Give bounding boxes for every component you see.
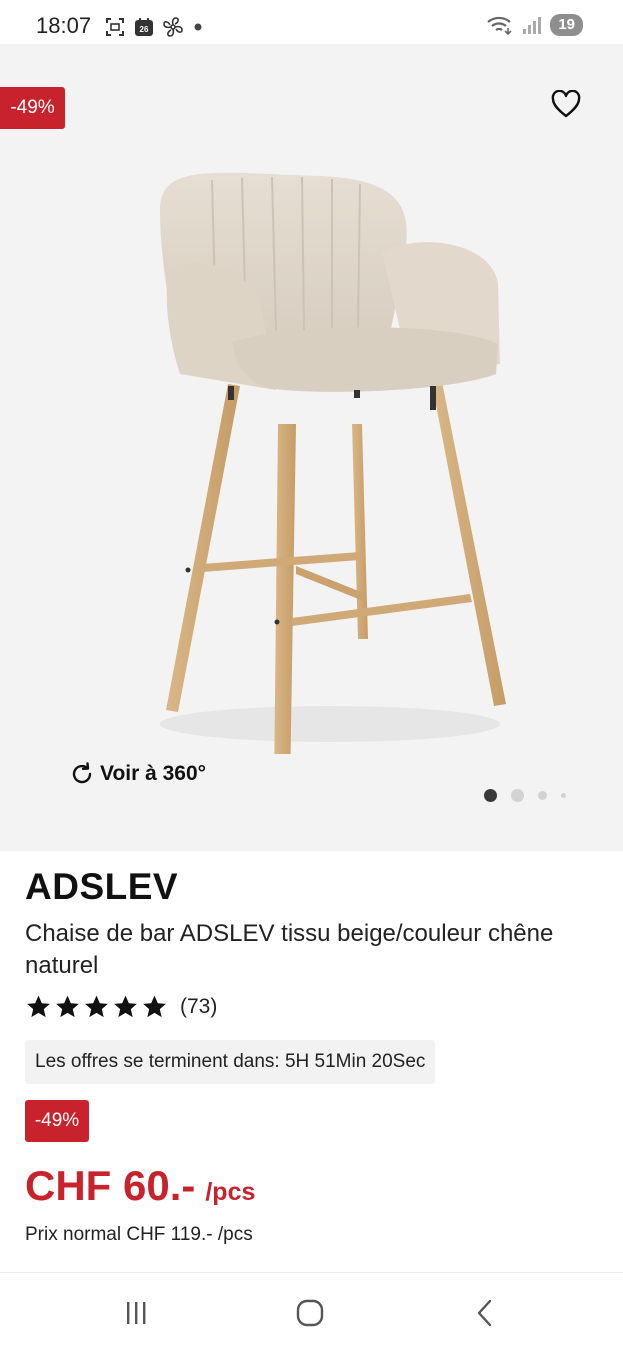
- heart-icon: [551, 90, 581, 118]
- status-icons-right: 19: [486, 14, 583, 36]
- offer-countdown: Les offres se terminent dans: 5H 51Min 2…: [25, 1040, 436, 1084]
- calendar-icon: 26: [135, 18, 153, 36]
- home-icon: [296, 1299, 324, 1327]
- wifi-icon: [487, 16, 512, 36]
- home-button[interactable]: [290, 1295, 330, 1331]
- star-icon: [143, 995, 166, 1018]
- star-icon: [27, 995, 50, 1018]
- discount-badge-image: -49%: [0, 87, 65, 129]
- carousel-dot[interactable]: [561, 793, 566, 798]
- favorite-button[interactable]: [548, 86, 584, 122]
- rating-stars: [25, 994, 168, 1020]
- status-time: 18:07: [36, 13, 92, 38]
- system-nav-bar: [0, 1272, 623, 1350]
- battery-badge: 19: [550, 14, 583, 36]
- star-icon: [85, 995, 108, 1018]
- star-icon: [56, 995, 79, 1018]
- price-value: CHF 60.-: [25, 1162, 196, 1209]
- product-brand: ADSLEV: [25, 866, 179, 907]
- normal-price: Prix normal CHF 119.- /pcs: [25, 1224, 253, 1245]
- fan-icon: [163, 17, 183, 37]
- back-icon: [477, 1299, 492, 1327]
- screenshot-icon: [106, 18, 124, 36]
- rating[interactable]: (73): [25, 994, 217, 1020]
- carousel-dot[interactable]: [484, 789, 497, 802]
- recent-apps-icon: [127, 1302, 146, 1324]
- rating-count[interactable]: (73): [180, 995, 217, 1019]
- view-360-label: Voir à 360°: [100, 762, 207, 785]
- dot-icon: [194, 23, 202, 31]
- carousel-dot[interactable]: [538, 791, 547, 800]
- status-bar: 18:07 26 19: [0, 0, 623, 48]
- product-image: [160, 172, 506, 754]
- rotate-icon: [72, 762, 92, 784]
- signal-icon: [523, 17, 542, 34]
- price-unit: /pcs: [205, 1178, 256, 1206]
- carousel-dots: [484, 789, 566, 802]
- price: CHF 60.- /pcs: [25, 1162, 255, 1210]
- recent-apps-button[interactable]: [116, 1295, 156, 1331]
- view-360-button[interactable]: Voir à 360°: [68, 760, 206, 788]
- calendar-day: 26: [140, 25, 149, 34]
- product-image-carousel[interactable]: -49% Voir à 360°: [0, 44, 623, 851]
- status-icons-left: 26: [104, 16, 204, 38]
- carousel-dot[interactable]: [511, 789, 524, 802]
- product-name: Chaise de bar ADSLEV tissu beige/couleur…: [25, 920, 554, 979]
- back-button[interactable]: [465, 1295, 505, 1331]
- star-icon: [114, 995, 137, 1018]
- discount-badge: -49%: [25, 1100, 89, 1142]
